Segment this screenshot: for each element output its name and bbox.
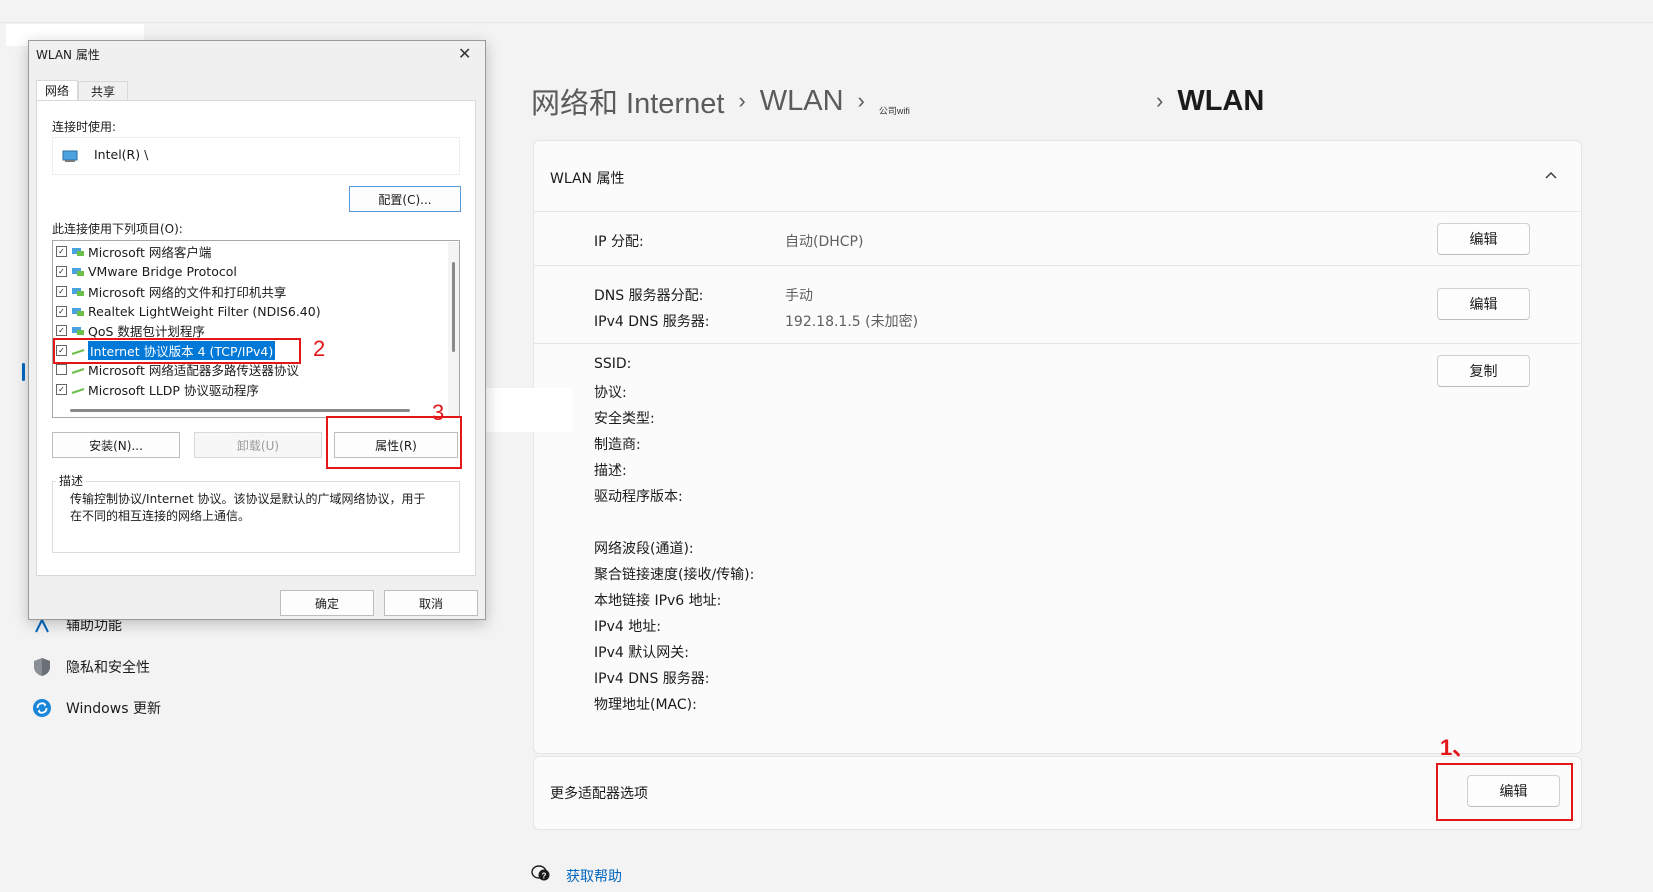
list-scrollbar-thumb[interactable] xyxy=(452,262,455,352)
uninstall-button[interactable]: 卸载(U) xyxy=(194,432,322,458)
breadcrumb-separator: › xyxy=(738,88,746,113)
file-share-icon xyxy=(72,287,84,296)
detail-protocol-label: 协议: xyxy=(594,385,627,401)
detail-description-label: 描述: xyxy=(594,463,627,479)
more-adapter-label: 更多适配器选项 xyxy=(550,786,648,802)
divider xyxy=(534,343,1580,344)
checkbox[interactable]: ✓ xyxy=(56,306,67,317)
protocol-icon xyxy=(71,387,85,394)
connect-using-label: 连接时使用: xyxy=(52,120,117,134)
breadcrumb-network[interactable]: 网络和 Internet xyxy=(531,80,724,122)
annotation-label-3: 3 xyxy=(432,400,445,425)
ipv4-dns-label: IPv4 DNS 服务器: xyxy=(594,314,710,330)
wlan-properties-header[interactable]: WLAN 属性 xyxy=(550,168,624,188)
svg-text:?: ? xyxy=(542,872,547,881)
ip-assignment-label: IP 分配: xyxy=(594,234,644,250)
checkbox[interactable]: ✓ xyxy=(56,384,67,395)
list-item[interactable]: ✓ VMware Bridge Protocol xyxy=(56,262,237,281)
list-hscrollbar-thumb[interactable] xyxy=(70,409,410,412)
annotation-label-1: 1、 xyxy=(1440,735,1475,760)
annotation-box-2 xyxy=(53,338,301,364)
dialog-title: WLAN 属性 xyxy=(36,48,100,62)
annotation-label-2: 2 xyxy=(313,336,326,361)
configure-button[interactable]: 配置(C)... xyxy=(349,186,461,212)
checkbox[interactable]: ✓ xyxy=(56,246,67,257)
detail-manufacturer-label: 制造商: xyxy=(594,437,641,453)
protocol-icon xyxy=(72,267,84,276)
detail-ipv4-label: IPv4 地址: xyxy=(594,619,661,635)
sidebar-selection-indicator xyxy=(22,363,25,381)
detail-mac-label: 物理地址(MAC): xyxy=(594,697,697,713)
dns-assignment-label: DNS 服务器分配: xyxy=(594,288,704,304)
annotation-line-3 xyxy=(400,416,436,418)
install-button[interactable]: 安装(N)... xyxy=(52,432,180,458)
breadcrumb-tail: › WLAN xyxy=(1156,78,1264,124)
detail-ipv4-dns-label: IPv4 DNS 服务器: xyxy=(594,671,710,687)
copy-button[interactable]: 复制 xyxy=(1437,355,1530,387)
tab-share[interactable]: 共享 xyxy=(78,81,128,101)
description-line-1: 传输控制协议/Internet 协议。该协议是默认的广域网络协议，用于 xyxy=(70,492,426,506)
ipv4-dns-value: 192.18.1.5 (未加密) xyxy=(785,314,919,330)
items-label: 此连接使用下列项目(O): xyxy=(52,222,183,236)
detail-link-speed-label: 聚合链接速度(接收/传输): xyxy=(594,567,755,583)
breadcrumb-wlan[interactable]: WLAN xyxy=(760,85,844,118)
adapter-name: Intel(R) \ xyxy=(94,147,149,162)
chevron-up-icon[interactable] xyxy=(1544,168,1558,184)
windows-update-icon xyxy=(32,698,52,718)
checkbox[interactable]: ✓ xyxy=(56,266,67,277)
network-adapter-icon xyxy=(62,148,80,167)
ok-button[interactable]: 确定 xyxy=(280,590,374,616)
detail-band-label: 网络波段(通道): xyxy=(594,541,694,557)
help-icon: ? xyxy=(531,864,551,886)
annotation-box-1 xyxy=(1436,763,1573,821)
list-item[interactable]: ✓ Microsoft 网络客户端 xyxy=(56,242,211,261)
list-item[interactable]: ✓ Realtek LightWeight Filter (NDIS6.40) xyxy=(56,302,321,321)
more-adapter-card xyxy=(533,756,1582,830)
list-item[interactable]: ✓ Microsoft 网络的文件和打印机共享 xyxy=(56,282,286,301)
detail-driver-version-label: 驱动程序版本: xyxy=(594,489,683,505)
shield-icon xyxy=(32,657,52,677)
network-client-icon xyxy=(72,247,84,256)
page-title: WLAN xyxy=(1177,84,1265,117)
dns-assignment-value: 手动 xyxy=(785,288,813,304)
checkbox[interactable] xyxy=(56,364,67,375)
sidebar-item-windows-update[interactable]: Windows 更新 xyxy=(32,695,161,721)
divider xyxy=(534,265,1580,266)
dns-edit-button[interactable]: 编辑 xyxy=(1437,288,1530,320)
divider xyxy=(534,211,1580,212)
ip-edit-button[interactable]: 编辑 xyxy=(1437,223,1530,255)
help-link[interactable]: 获取帮助 xyxy=(566,866,622,886)
wlan-properties-card xyxy=(533,140,1582,754)
cancel-button[interactable]: 取消 xyxy=(384,590,478,616)
list-item[interactable]: ✓ Microsoft LLDP 协议驱动程序 xyxy=(56,380,259,399)
checkbox[interactable]: ✓ xyxy=(56,325,67,336)
tab-network[interactable]: 网络 xyxy=(36,80,78,100)
protocol-icon xyxy=(71,367,85,374)
breadcrumb-ssid[interactable]: 公司wifi xyxy=(879,104,910,117)
breadcrumb-separator: › xyxy=(857,88,865,113)
breadcrumb-separator: › xyxy=(1156,88,1164,113)
detail-security-label: 安全类型: xyxy=(594,411,655,427)
window-top-strip xyxy=(0,0,1653,23)
breadcrumb: 网络和 Internet › WLAN › 公司wifi xyxy=(531,78,910,124)
sidebar-item-label: Windows 更新 xyxy=(66,701,161,717)
sidebar-item-privacy[interactable]: 隐私和安全性 xyxy=(32,654,150,680)
detail-ssid-label: SSID: xyxy=(594,356,632,372)
checkbox[interactable]: ✓ xyxy=(56,286,67,297)
detail-ipv6-label: 本地链接 IPv6 地址: xyxy=(594,593,722,609)
description-line-2: 在不同的相互连接的网络上通信。 xyxy=(70,509,251,523)
description-title: 描述 xyxy=(56,472,87,489)
ip-assignment-value: 自动(DHCP) xyxy=(785,234,864,250)
filter-icon xyxy=(72,307,84,316)
detail-gateway-label: IPv4 默认网关: xyxy=(594,645,689,661)
close-icon[interactable]: ✕ xyxy=(458,44,471,63)
sidebar-item-label: 隐私和安全性 xyxy=(66,660,150,676)
qos-icon xyxy=(72,326,84,335)
